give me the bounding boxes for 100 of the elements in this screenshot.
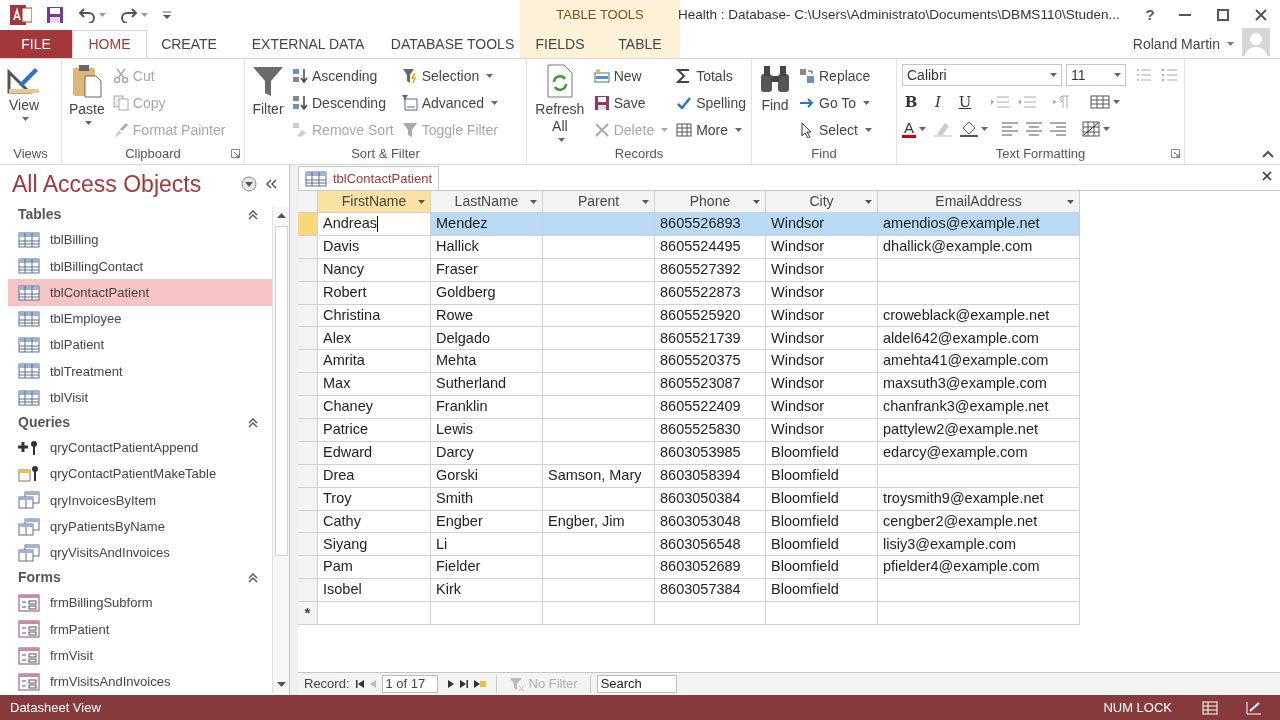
record-selector[interactable]: [298, 327, 318, 351]
caret-icon: [1227, 42, 1234, 46]
ribbon-tab[interactable]: FILE: [0, 30, 72, 58]
pane-splitter[interactable]: [290, 165, 298, 695]
ribbon-button[interactable]: Selection: [401, 64, 498, 88]
ribbon-tab[interactable]: DATABASE TOOLS: [385, 30, 520, 58]
navigation-item[interactable]: frmVisit: [8, 642, 272, 669]
ribbon-tab[interactable]: EXTERNAL DATA: [231, 30, 385, 58]
column-header[interactable]: Parent: [543, 191, 655, 213]
record-selector[interactable]: [298, 441, 318, 465]
ribbon-button[interactable]: Go To: [799, 91, 872, 115]
text-style-button[interactable]: I: [929, 90, 947, 114]
ribbon-tab[interactable]: FIELDS: [520, 30, 600, 58]
navigation-item[interactable]: frmVisitsAndInvoices: [8, 668, 272, 695]
navigation-item[interactable]: tblContactPatient: [8, 279, 272, 306]
datasheet-view-button[interactable]: [1202, 700, 1218, 715]
record-selector[interactable]: [298, 533, 318, 557]
navigation-item[interactable]: tblPatient: [8, 331, 272, 359]
next-record-button[interactable]: [447, 680, 454, 688]
record-selector[interactable]: [298, 304, 318, 328]
help-button[interactable]: ?: [1134, 3, 1166, 27]
column-header[interactable]: EmailAddress: [878, 191, 1080, 213]
collapse-ribbon-icon: [1262, 150, 1274, 158]
ribbon-button[interactable]: Replace: [799, 64, 872, 88]
group-header[interactable]: Tables: [18, 204, 248, 226]
navigation-item[interactable]: qryInvoicesByItem: [8, 487, 272, 514]
ribbon-tab[interactable]: HOME: [72, 30, 147, 58]
record-selector[interactable]: [298, 556, 318, 580]
record-selector[interactable]: *: [298, 602, 318, 626]
record-selector[interactable]: [298, 396, 318, 419]
navigation-item[interactable]: tblEmployee: [8, 305, 272, 332]
navigation-item[interactable]: tblBilling: [8, 226, 272, 254]
font-name-field[interactable]: Calibri: [902, 64, 1062, 86]
record-selector[interactable]: [298, 213, 318, 236]
ribbon-button[interactable]: Save: [593, 91, 669, 115]
record-selector[interactable]: [298, 281, 318, 305]
record-selector[interactable]: [298, 464, 318, 488]
ribbon-tab[interactable]: CREATE: [147, 30, 231, 58]
ribbon-button[interactable]: Find: [757, 64, 793, 114]
first-record-button[interactable]: [355, 680, 364, 688]
ribbon-button[interactable]: Select: [799, 118, 872, 142]
document-tab[interactable]: tblContactPatient: [298, 166, 439, 190]
group-label: Find: [811, 145, 837, 164]
table-cell: Bloomfield: [766, 441, 878, 465]
record-selector[interactable]: [298, 373, 318, 397]
dropdown-button[interactable]: [241, 176, 257, 192]
ribbon-button[interactable]: Refresh All: [532, 64, 588, 142]
previous-record-button[interactable]: [369, 680, 376, 688]
table-cell: Windsor: [766, 281, 878, 305]
ribbon-button[interactable]: More: [676, 118, 746, 142]
column-header[interactable]: Phone: [655, 191, 766, 213]
navigation-item[interactable]: tblBillingContact: [8, 253, 272, 280]
group-header[interactable]: Queries: [18, 412, 248, 434]
ribbon-button[interactable]: Paste: [67, 64, 107, 125]
account-button[interactable]: Roland Martin: [1132, 30, 1242, 58]
navigation-item[interactable]: qryVisitsAndInvoices: [8, 539, 272, 566]
font-color-button[interactable]: A: [902, 120, 926, 138]
record-selector[interactable]: [298, 487, 318, 511]
text-style-button[interactable]: U: [956, 90, 974, 114]
ribbon-button[interactable]: Descending: [292, 91, 394, 115]
collapse-pane-button[interactable]: [265, 179, 277, 189]
text-style-button[interactable]: B: [902, 90, 920, 114]
ribbon-tab[interactable]: TABLE: [600, 30, 680, 58]
navigation-item[interactable]: frmPatient: [8, 616, 272, 643]
ribbon-button[interactable]: Advanced: [401, 91, 498, 115]
close-document-button[interactable]: [1262, 170, 1272, 181]
column-header[interactable]: LastName: [431, 191, 543, 213]
ribbon-button[interactable]: Filter: [250, 64, 286, 118]
ribbon-button[interactable]: New: [593, 64, 669, 88]
font-size-field[interactable]: 11: [1066, 64, 1126, 86]
record-selector[interactable]: [298, 510, 318, 534]
group-label: Clipboard: [125, 145, 181, 164]
alternate-row-color-icon: [1082, 121, 1100, 137]
navigation-item[interactable]: qryContactPatientAppend: [8, 434, 272, 461]
ribbon-button[interactable]: Ascending: [292, 64, 394, 88]
record-selector[interactable]: [298, 350, 318, 374]
navigation-item[interactable]: qryContactPatientMakeTable: [8, 460, 272, 488]
navigation-item[interactable]: frmBillingSubform: [8, 589, 272, 617]
navigation-item[interactable]: qryPatientsByName: [8, 513, 272, 540]
record-selector[interactable]: [298, 579, 318, 603]
select-all-corner[interactable]: [298, 191, 318, 213]
table-cell: 8605525830: [655, 419, 766, 442]
customize-icon: [162, 10, 172, 20]
column-header[interactable]: City: [766, 191, 878, 213]
design-view-button[interactable]: [1246, 700, 1262, 715]
scrollbar[interactable]: [272, 207, 289, 693]
ribbon-button[interactable]: Totals: [676, 64, 746, 88]
new-record-button[interactable]: [473, 680, 486, 688]
column-header[interactable]: FirstName: [318, 191, 431, 213]
navigation-item[interactable]: tblVisit: [8, 384, 272, 411]
last-record-button[interactable]: [459, 680, 468, 688]
group-header[interactable]: Forms: [18, 567, 248, 589]
ribbon-button[interactable]: Spelling: [676, 91, 746, 115]
record-selector[interactable]: [298, 235, 318, 259]
search-field[interactable]: Search: [596, 675, 677, 693]
record-selector[interactable]: [298, 258, 318, 282]
record-selector[interactable]: [298, 419, 318, 442]
ribbon-button[interactable]: View: [5, 64, 43, 121]
navigation-item[interactable]: tblTreatment: [8, 358, 272, 385]
record-position-field[interactable]: 1 of 17: [381, 675, 438, 693]
